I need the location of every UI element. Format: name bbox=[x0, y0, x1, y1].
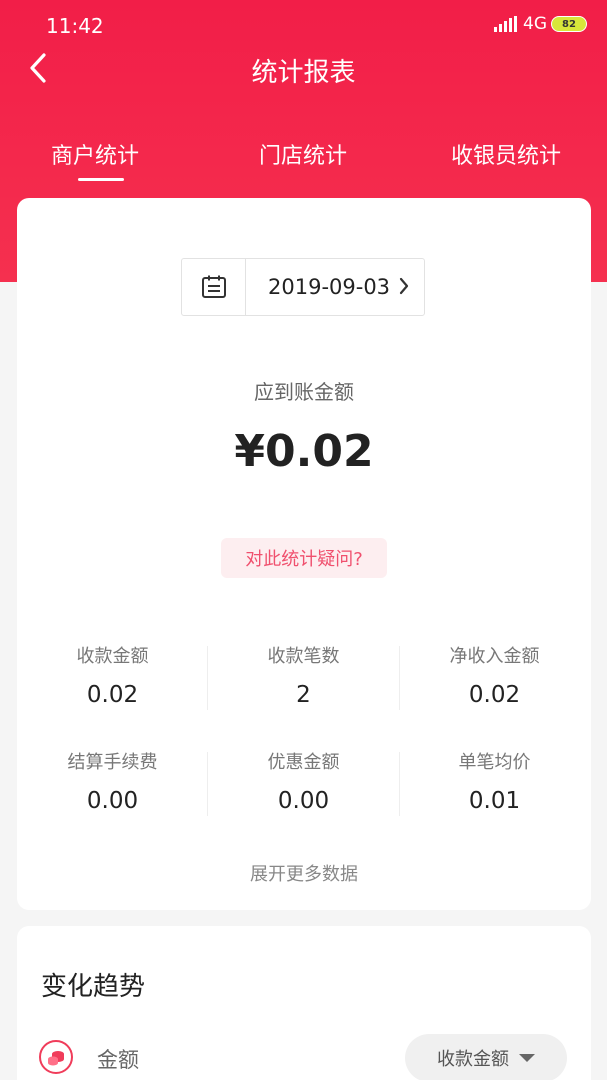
nav-bar: 统计报表 bbox=[0, 42, 607, 96]
stat-label: 优惠金额 bbox=[267, 752, 340, 773]
legend-label: 金额 bbox=[97, 1048, 139, 1072]
date-value: 2019-09-03 bbox=[268, 275, 391, 299]
page-title: 统计报表 bbox=[251, 58, 356, 88]
expand-more-data-link[interactable]: 展开更多数据 bbox=[17, 860, 591, 886]
chevron-right-icon bbox=[399, 277, 409, 295]
battery-icon: 82 bbox=[551, 16, 587, 32]
stat-value: 2 bbox=[296, 682, 311, 708]
date-picker[interactable]: 2019-09-03 bbox=[181, 258, 425, 316]
tab-merchant[interactable]: 商户统计 bbox=[51, 138, 139, 170]
tab-active-indicator bbox=[78, 178, 124, 181]
status-indicators: 4G 82 bbox=[494, 14, 587, 34]
stat-item: 净收入金额 0.02 bbox=[399, 642, 590, 708]
question-button[interactable]: 对此统计疑问? bbox=[221, 538, 387, 578]
metric-dropdown[interactable]: 收款金额 bbox=[405, 1034, 567, 1080]
stat-value: 0.00 bbox=[86, 788, 139, 814]
status-time: 11:42 bbox=[46, 14, 104, 38]
tab-store[interactable]: 门店统计 bbox=[259, 138, 347, 170]
divider bbox=[207, 646, 208, 710]
battery-level: 82 bbox=[562, 18, 576, 30]
stat-item: 收款金额 0.02 bbox=[17, 642, 208, 708]
caret-down-icon bbox=[519, 1054, 535, 1062]
stat-label: 净收入金额 bbox=[449, 646, 540, 667]
stat-label: 收款金额 bbox=[76, 646, 149, 667]
stat-value: 0.02 bbox=[86, 682, 139, 708]
tab-cashier[interactable]: 收银员统计 bbox=[451, 138, 561, 170]
stat-value: 0.02 bbox=[468, 682, 521, 708]
divider bbox=[207, 752, 208, 816]
stat-item: 收款笔数 2 bbox=[208, 642, 399, 708]
divider bbox=[399, 752, 400, 816]
divider bbox=[399, 646, 400, 710]
stat-label: 收款笔数 bbox=[267, 646, 340, 667]
stat-item: 优惠金额 0.00 bbox=[208, 748, 399, 814]
tab-bar: 商户统计 门店统计 收银员统计 bbox=[0, 130, 607, 190]
summary-card: 2019-09-03 应到账金额 ¥0.02 对此统计疑问? 收款金额 0.02… bbox=[17, 198, 591, 910]
network-type: 4G bbox=[523, 14, 547, 34]
stat-value: 0.00 bbox=[277, 788, 330, 814]
stat-label: 单笔均价 bbox=[458, 752, 531, 773]
stat-label: 结算手续费 bbox=[67, 752, 158, 773]
stat-item: 结算手续费 0.00 bbox=[17, 748, 208, 814]
signal-icon bbox=[494, 16, 517, 32]
amount-label: 应到账金额 bbox=[254, 380, 354, 404]
dropdown-value: 收款金额 bbox=[437, 1049, 509, 1070]
coins-icon bbox=[39, 1040, 73, 1074]
amount-value: ¥0.02 bbox=[234, 426, 374, 477]
trend-card: 变化趋势 金额 收款金额 bbox=[17, 926, 591, 1080]
stat-value: 0.01 bbox=[468, 788, 521, 814]
trend-title: 变化趋势 bbox=[41, 972, 146, 1002]
stat-item: 单笔均价 0.01 bbox=[399, 748, 590, 814]
calendar-icon bbox=[182, 259, 246, 315]
